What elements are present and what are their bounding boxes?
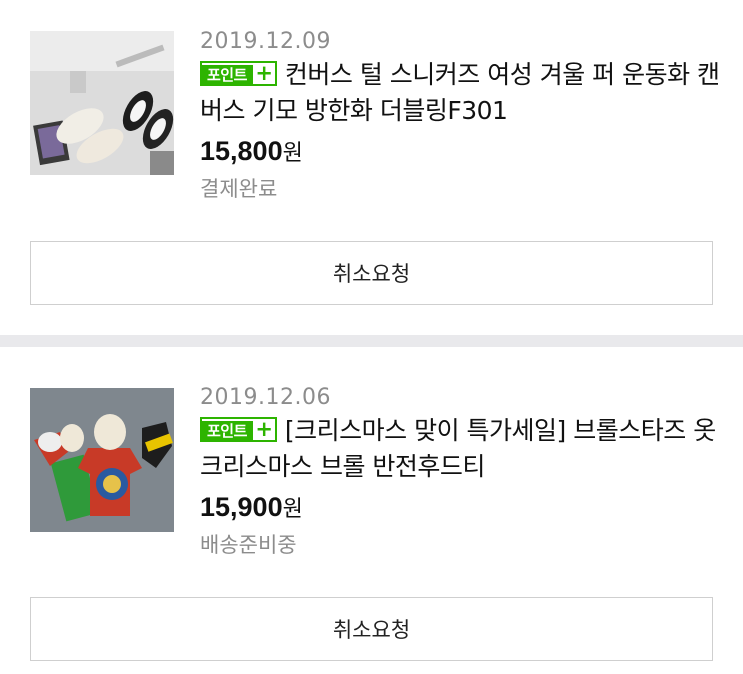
order-list: 2019.12.09 포인트 + 컨버스 털 스니커즈 여성 겨울 퍼 운동화 캔버… [0, 0, 743, 674]
plus-icon: + [252, 419, 275, 440]
hoodie-product-image [30, 388, 174, 532]
sneakers-product-image [30, 31, 174, 175]
plus-icon: + [252, 63, 275, 84]
order-price: 15,900원 [200, 489, 723, 525]
cancel-request-button[interactable]: 취소요청 [30, 597, 713, 661]
order-item: 2019.12.09 포인트 + 컨버스 털 스니커즈 여성 겨울 퍼 운동화 캔버… [0, 0, 743, 335]
cancel-request-button[interactable]: 취소요청 [30, 241, 713, 305]
price-currency: 원 [282, 141, 303, 166]
badge-label: 포인트 [202, 65, 253, 86]
product-title-text: [크리스마스 맞이 특가세일] 브롤스타즈 옷 크리스마스 브롤 반전후드티 [200, 416, 716, 481]
order-item: 2019.12.06 포인트 + [크리스마스 맞이 특가세일] 브롤스타즈 옷 크… [0, 347, 743, 674]
badge-label: 포인트 [202, 421, 253, 442]
section-divider [0, 335, 743, 347]
product-thumbnail[interactable] [30, 388, 174, 532]
product-title[interactable]: 포인트 + [크리스마스 맞이 특가세일] 브롤스타즈 옷 크리스마스 브롤 반전후… [200, 413, 723, 485]
order-date: 2019.12.06 [200, 385, 331, 410]
product-thumbnail[interactable] [30, 31, 174, 175]
order-price: 15,800원 [200, 133, 723, 169]
order-info: 2019.12.09 포인트 + 컨버스 털 스니커즈 여성 겨울 퍼 운동화 캔버… [200, 27, 723, 203]
price-amount: 15,900 [200, 492, 283, 522]
order-status: 결제완료 [200, 177, 278, 201]
point-plus-badge: 포인트 + [200, 61, 277, 86]
product-title[interactable]: 포인트 + 컨버스 털 스니커즈 여성 겨울 퍼 운동화 캔버스 기모 방한화 더블… [200, 57, 723, 129]
price-amount: 15,800 [200, 136, 283, 166]
price-currency: 원 [282, 497, 303, 522]
order-info: 2019.12.06 포인트 + [크리스마스 맞이 특가세일] 브롤스타즈 옷 크… [200, 383, 723, 559]
order-date: 2019.12.09 [200, 29, 331, 54]
point-plus-badge: 포인트 + [200, 417, 277, 442]
product-title-text: 컨버스 털 스니커즈 여성 겨울 퍼 운동화 캔버스 기모 방한화 더블링F30… [200, 60, 720, 125]
order-status: 배송준비중 [200, 533, 297, 557]
